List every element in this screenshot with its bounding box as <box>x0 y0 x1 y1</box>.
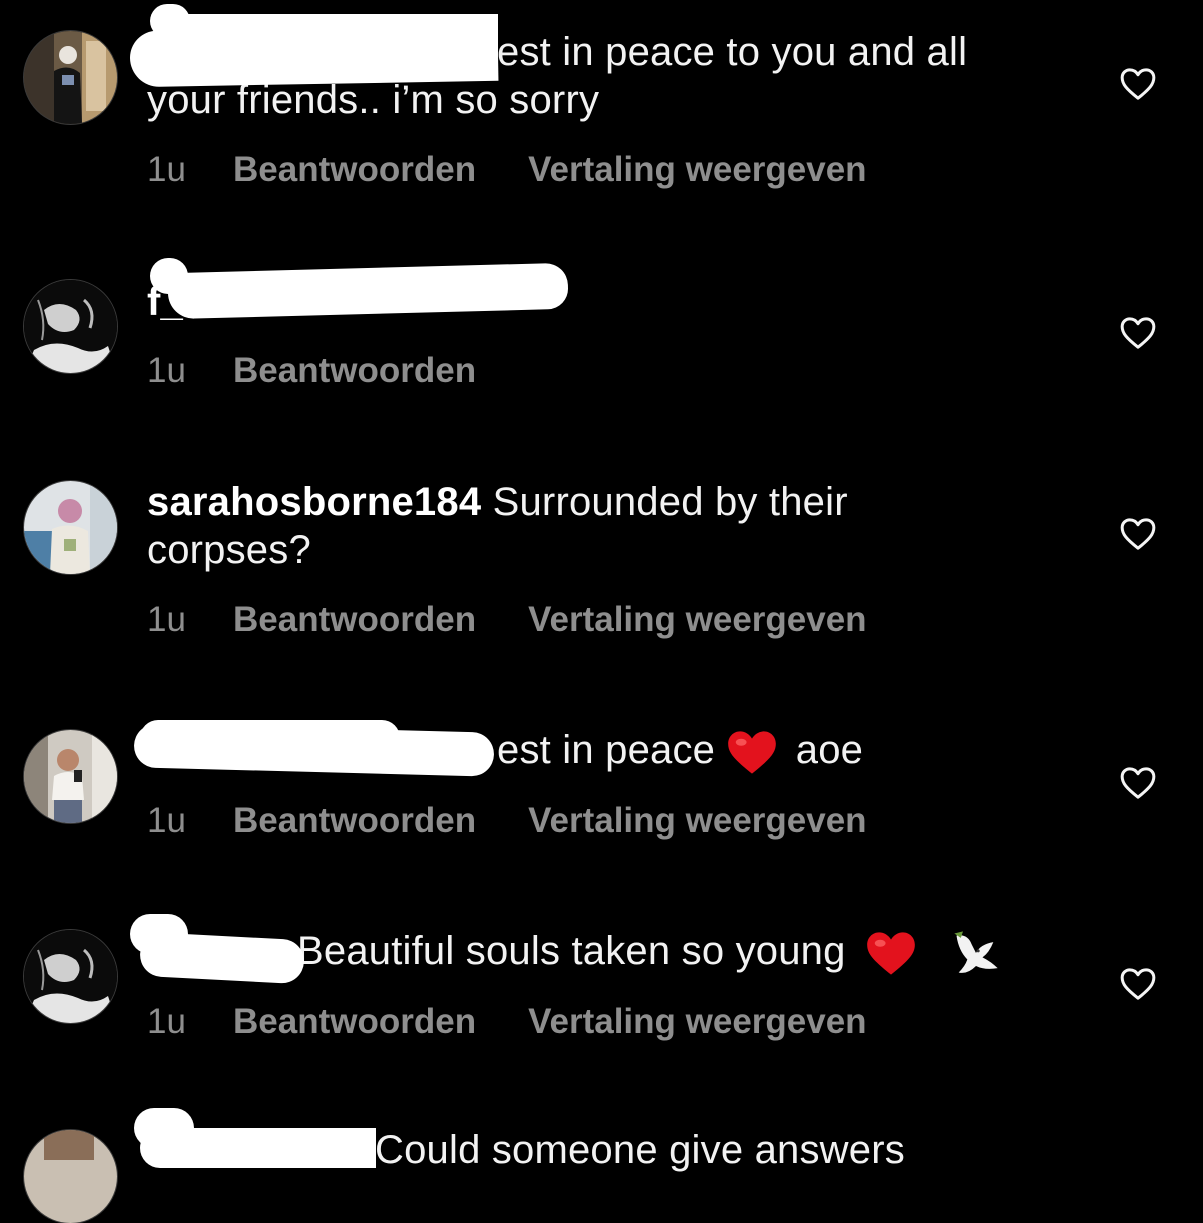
reply-button[interactable]: Beantwoorden <box>233 351 476 391</box>
avatar[interactable] <box>24 481 117 574</box>
comment-body: Beautiful souls taken so young <box>297 929 857 973</box>
comment-meta: 1u Beantwoorden Vertaling weergeven <box>147 600 867 640</box>
comment-meta: 1u Beantwoorden <box>147 351 528 391</box>
comment-username[interactable]: sarahosborne184 <box>147 480 481 524</box>
see-translation-button[interactable]: Vertaling weergeven <box>528 1002 866 1041</box>
dove-icon <box>954 931 998 974</box>
redaction <box>160 14 498 54</box>
timestamp: 1u <box>147 1002 186 1041</box>
heart-icon[interactable] <box>1118 763 1158 803</box>
redaction <box>140 720 400 756</box>
heart-icon[interactable] <box>1118 964 1158 1004</box>
reply-button[interactable]: Beantwoorden <box>233 150 476 190</box>
reply-button[interactable]: Beantwoorden <box>233 1002 476 1042</box>
timestamp: 1u <box>147 150 186 189</box>
redaction <box>140 1128 376 1168</box>
timestamp: 1u <box>147 351 186 390</box>
avatar[interactable] <box>24 930 117 1023</box>
avatar[interactable] <box>24 1130 117 1223</box>
see-translation-button[interactable]: Vertaling weergeven <box>528 150 866 189</box>
comment-text: sarahosborne184 Surrounded by their corp… <box>147 478 907 574</box>
avatar[interactable] <box>24 280 117 373</box>
red-heart-icon <box>867 932 915 976</box>
timestamp: 1u <box>147 600 186 639</box>
avatar[interactable] <box>24 31 117 124</box>
reply-button[interactable]: Beantwoorden <box>233 801 476 841</box>
comment-meta: 1u Beantwoorden Vertaling weergeven <box>147 150 867 190</box>
red-heart-icon <box>728 731 777 775</box>
heart-icon[interactable] <box>1118 64 1158 104</box>
reply-button[interactable]: Beantwoorden <box>233 600 476 640</box>
comment-body: aoe <box>795 728 864 772</box>
comment-meta: 1u Beantwoorden Vertaling weergeven <box>147 1002 867 1042</box>
timestamp: 1u <box>147 801 186 840</box>
comment-body: est in peace <box>497 728 727 772</box>
heart-icon[interactable] <box>1118 514 1158 554</box>
heart-icon[interactable] <box>1118 313 1158 353</box>
comment-meta: 1u Beantwoorden Vertaling weergeven <box>147 801 867 841</box>
see-translation-button[interactable]: Vertaling weergeven <box>528 801 866 840</box>
avatar[interactable] <box>24 730 117 823</box>
see-translation-button[interactable]: Vertaling weergeven <box>528 600 866 639</box>
redaction <box>138 931 306 985</box>
